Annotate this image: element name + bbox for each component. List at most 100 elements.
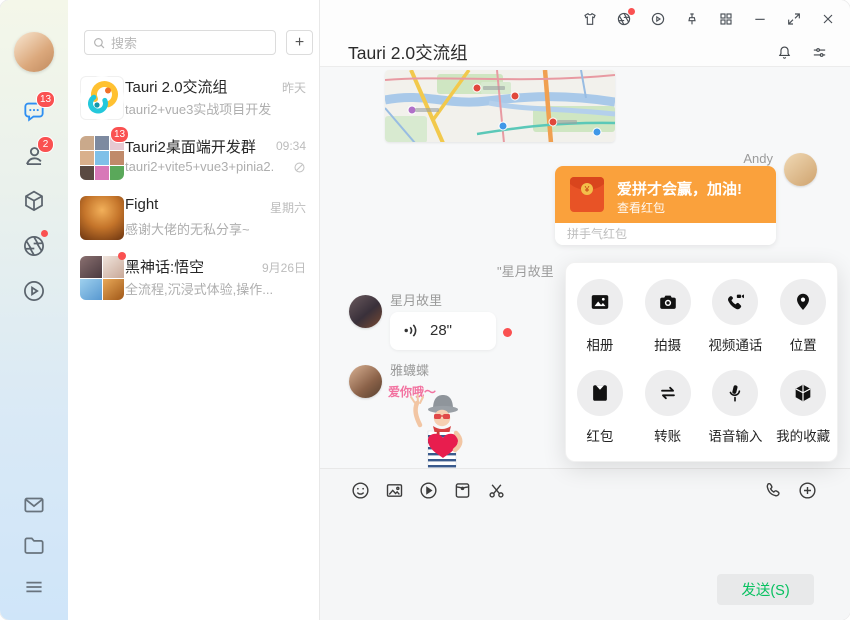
screenshot-icon[interactable] (486, 480, 507, 501)
more-nav-button[interactable] (21, 574, 47, 600)
attach-video-call[interactable]: 视频通话 (708, 279, 762, 354)
attach-location[interactable]: 位置 (780, 279, 826, 354)
send-button[interactable]: 发送(S) (717, 574, 814, 605)
red-packet-message[interactable]: ¥ 爱拼才会赢，加油! 查看红包 拼手气红包 (555, 166, 776, 245)
sticker-message[interactable]: 爱你哦～ (386, 381, 482, 468)
composer-toolbar-left (350, 480, 507, 501)
emoji-icon[interactable] (350, 480, 371, 501)
chat-list-panel: + Tauri 2.0交流组 昨天 tauri2+vue3实战项目开发 (68, 0, 320, 620)
red-packet-card: ¥ 爱拼才会赢，加油! 查看红包 (555, 166, 776, 223)
attach-transfer[interactable]: 转账 (645, 370, 691, 445)
maximize-button[interactable] (786, 11, 802, 27)
attach-label: 红包 (586, 425, 613, 445)
transfer-circle (645, 370, 691, 416)
filter-icon (811, 44, 828, 61)
attach-album[interactable]: 相册 (577, 279, 623, 354)
sender-name: 星月故里 (390, 290, 442, 309)
chat-time: 9月26日 (262, 259, 306, 276)
play-icon (21, 278, 47, 304)
album-icon (589, 291, 611, 313)
chat-title: Tauri 2.0交流组 (125, 76, 228, 97)
voice-unread-dot (503, 328, 512, 337)
avatar-andy[interactable] (784, 153, 817, 186)
attach-capture[interactable]: 拍摄 (645, 279, 691, 354)
chat-title: Tauri 2.0交流组 (348, 40, 468, 65)
chat-title: Fight (125, 196, 158, 213)
search-icon (92, 36, 106, 50)
moments-nav-button[interactable] (21, 233, 47, 259)
attach-label: 视频通话 (708, 334, 762, 354)
video-channel-button[interactable] (650, 11, 666, 27)
app-window: 13 2 (0, 0, 850, 620)
search-input[interactable] (109, 31, 273, 56)
video-channel-nav-button[interactable] (21, 278, 47, 304)
tauri-logo-icon (80, 76, 124, 120)
close-icon (820, 11, 836, 27)
voice-wave-icon (403, 322, 420, 339)
mail-icon (21, 492, 47, 518)
map-graphic (385, 70, 615, 142)
chat-list-item-tauri2-desktop[interactable]: 13 Tauri2桌面端开发群 09:34 tauri2+vite5+vue3+… (68, 130, 320, 186)
red-packet-icon (589, 382, 611, 404)
red-packet-action[interactable]: 查看红包 (617, 199, 665, 216)
message-input[interactable] (350, 515, 824, 577)
voice-message[interactable]: 28" (390, 312, 496, 350)
chat-panel: Tauri 2.0交流组 (320, 0, 850, 620)
titlebar-controls (582, 11, 836, 27)
theme-skin-button[interactable] (582, 11, 598, 27)
attach-label: 语音输入 (708, 425, 762, 445)
files-nav-button[interactable] (21, 533, 47, 559)
attach-label: 相册 (586, 334, 613, 354)
chat-time: 09:34 (276, 139, 306, 153)
avatar-xingyue[interactable] (349, 295, 382, 328)
chat-list-item-tauri20[interactable]: Tauri 2.0交流组 昨天 tauri2+vue3实战项目开发 (68, 70, 320, 126)
mail-nav-button[interactable] (21, 492, 47, 518)
voice-duration: 28" (430, 312, 452, 350)
video-icon[interactable] (418, 480, 439, 501)
attach-voice-input[interactable]: 语音输入 (708, 370, 762, 445)
more-icon[interactable] (797, 480, 818, 501)
chat-settings-button[interactable] (811, 44, 828, 61)
chat-subtitle: 全流程,沉浸式体验,操作... (125, 279, 273, 298)
minimize-button[interactable] (752, 11, 768, 27)
notifications-button[interactable] (776, 44, 793, 61)
attach-label: 位置 (790, 334, 817, 354)
layout-button[interactable] (718, 11, 734, 27)
avatar (80, 196, 124, 240)
favorites-circle (780, 370, 826, 416)
workspace-nav-button[interactable] (21, 188, 47, 214)
group-avatar (80, 256, 124, 300)
image-icon[interactable] (384, 480, 405, 501)
chat-header-actions (776, 44, 828, 61)
sender-name: Andy (743, 151, 773, 166)
map-image[interactable] (385, 70, 615, 142)
red-packet-circle (577, 370, 623, 416)
play-icon (650, 11, 666, 27)
attach-favorites[interactable]: 我的收藏 (776, 370, 830, 445)
my-avatar[interactable] (14, 32, 54, 72)
close-button[interactable] (820, 11, 836, 27)
transfer-icon (657, 382, 679, 404)
chat-list-item-fight[interactable]: Fight 星期六 感谢大佬的无私分享~ (68, 190, 320, 246)
red-packet-icon[interactable] (452, 480, 473, 501)
chat-time: 星期六 (270, 199, 306, 216)
chat-list-item-blackmyth[interactable]: 黑神话:悟空 9月26日 全流程,沉浸式体验,操作... (68, 250, 320, 306)
phone-icon[interactable] (762, 480, 783, 501)
moments-button[interactable] (616, 11, 632, 27)
composer: 发送(S) (320, 468, 850, 620)
minimize-icon (752, 11, 768, 27)
nav-rail: 13 2 (0, 0, 68, 620)
voice-input-icon (724, 382, 746, 404)
attach-red-packet[interactable]: 红包 (577, 370, 623, 445)
moments-reddot (41, 230, 48, 237)
pin-window-button[interactable] (684, 11, 700, 27)
camera-icon (657, 291, 679, 313)
attach-label: 我的收藏 (776, 425, 830, 445)
avatar-yamiedie[interactable] (349, 365, 382, 398)
contacts-nav-button[interactable]: 2 (21, 143, 47, 169)
search-box (84, 30, 276, 55)
sender-name: 雅蠛蝶 (390, 360, 429, 379)
camera-circle (645, 279, 691, 325)
chats-nav-button[interactable]: 13 (21, 99, 47, 125)
add-chat-button[interactable]: + (286, 30, 313, 55)
